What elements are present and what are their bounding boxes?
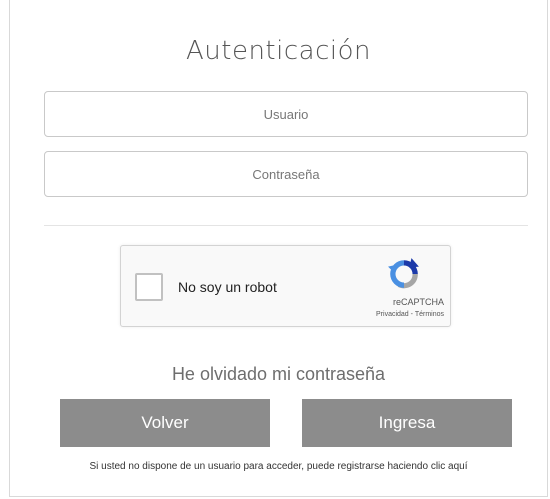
recaptcha-widget: No soy un robot reCAPTCHA Privacidad - T… [120,245,451,327]
recaptcha-brand: reCAPTCHA [392,297,444,307]
privacy-link[interactable]: Privacidad [376,311,409,318]
forgot-password-link[interactable]: He olvidado mi contraseña [10,364,547,385]
divider [44,225,528,226]
password-input[interactable] [44,151,528,197]
login-card: Autenticación No soy un robot reCAPTCHA … [9,0,548,497]
terms-link[interactable]: Términos [415,311,444,318]
username-input[interactable] [44,91,528,137]
recaptcha-links: Privacidad - Términos [376,311,444,318]
register-text: Si usted no dispone de un usuario para a… [10,461,547,472]
login-button[interactable]: Ingresa [302,399,512,447]
recaptcha-logo-icon [388,258,419,289]
back-button[interactable]: Volver [60,399,270,447]
recaptcha-checkbox[interactable] [135,273,163,301]
recaptcha-checkbox-label: No soy un robot [178,279,277,295]
register-link[interactable]: Si usted no dispone de un usuario para a… [89,461,467,472]
page-title: Autenticación [186,36,371,66]
